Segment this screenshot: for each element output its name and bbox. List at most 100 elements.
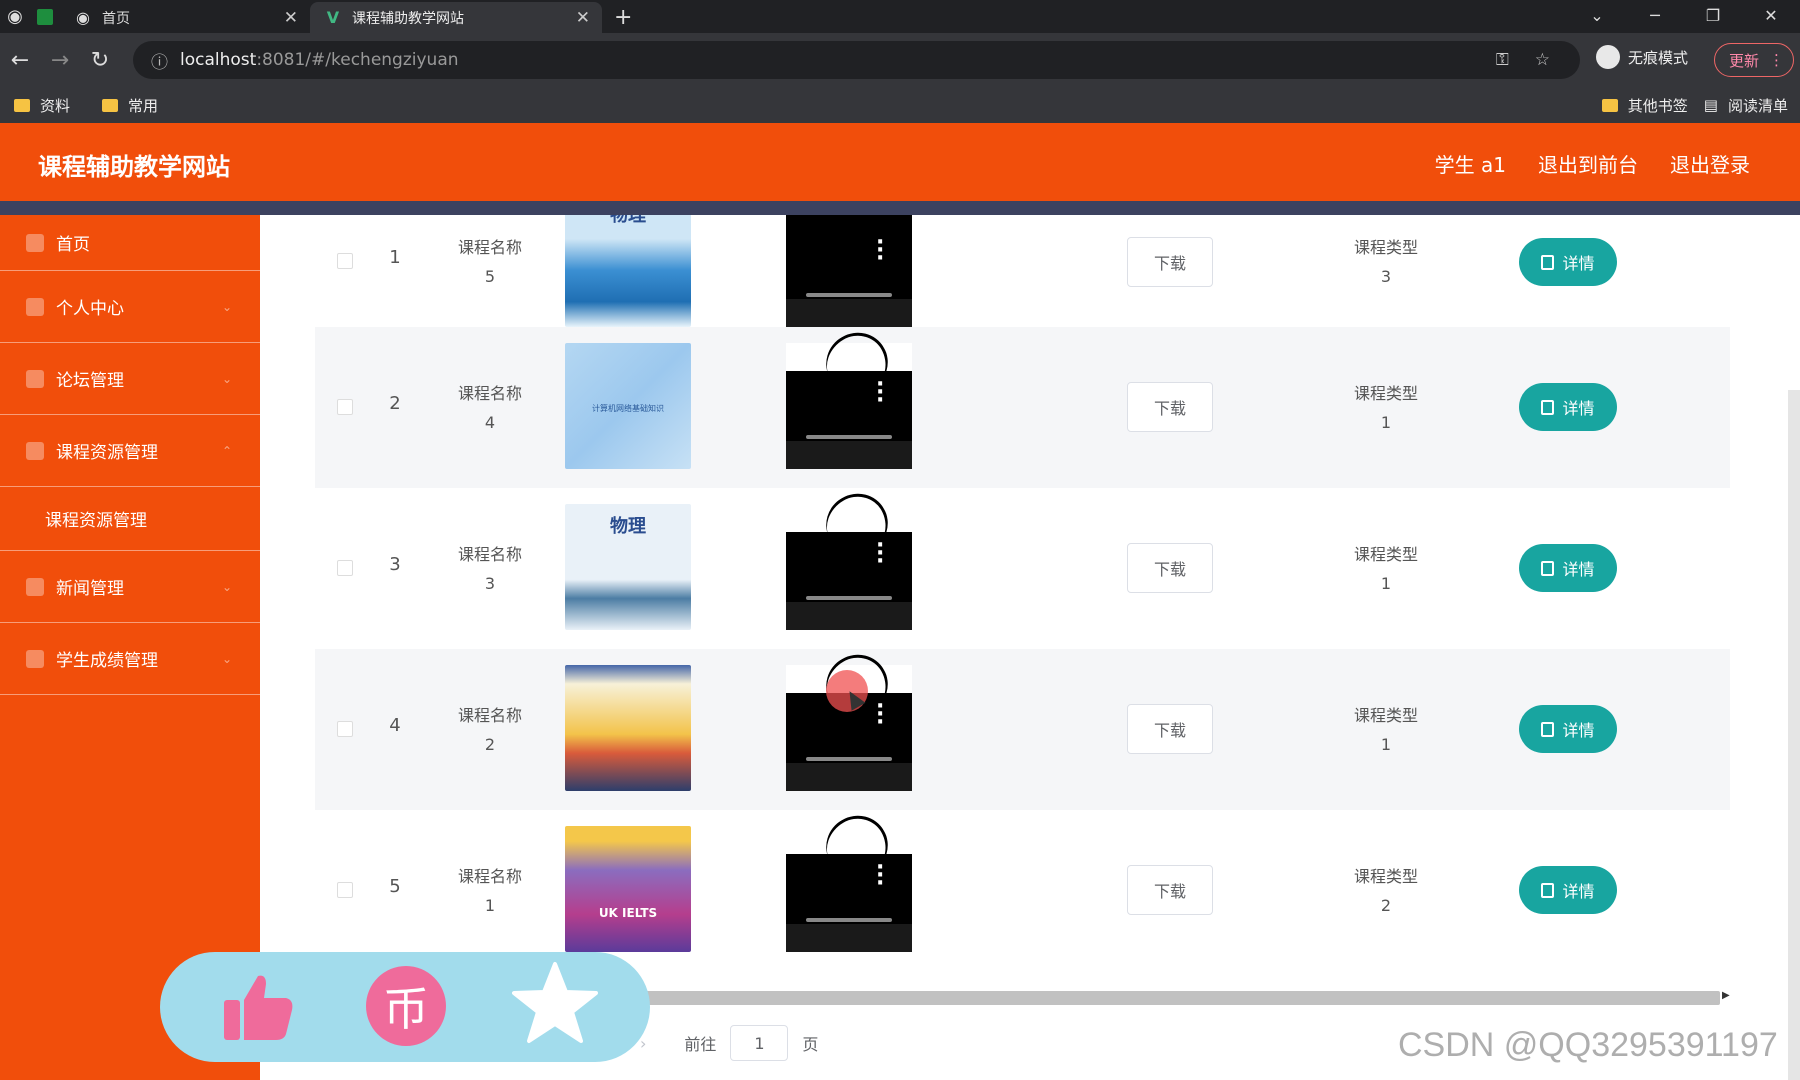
course-video-player[interactable]: · · · <box>786 321 912 469</box>
course-type-value: 2 <box>1380 896 1392 915</box>
video-controls <box>786 763 912 791</box>
back-icon[interactable]: ← <box>0 48 40 73</box>
download-button[interactable]: 下载 <box>1127 865 1213 915</box>
reading-list[interactable]: ▤ 阅读清单 <box>1704 95 1788 116</box>
logout-link[interactable]: 退出登录 <box>1670 149 1750 178</box>
detail-label: 详情 <box>1562 882 1595 901</box>
cover-title: 物理 <box>610 516 646 537</box>
page-number-input[interactable] <box>730 1025 789 1061</box>
thumbs-up-icon[interactable] <box>220 970 296 1046</box>
course-video-player[interactable]: · · · <box>786 215 912 327</box>
video-progress-bar[interactable] <box>806 757 892 761</box>
row-checkbox[interactable] <box>337 253 353 269</box>
tab-search-icon[interactable]: ⌄ <box>1568 6 1626 25</box>
folder-icon <box>102 98 119 112</box>
course-type-label: 课程类型 <box>1353 384 1418 403</box>
document-icon <box>1541 399 1555 415</box>
course-name-value: 1 <box>484 896 496 915</box>
forward-icon[interactable]: → <box>40 48 80 73</box>
sidebar-item-home[interactable]: 首页 <box>0 215 260 271</box>
row-checkbox[interactable] <box>337 882 353 898</box>
more-icon: ⋮ <box>1769 51 1785 69</box>
course-name-cell: 课程名称 1 <box>435 862 545 920</box>
video-menu-icon[interactable]: · · · <box>876 857 884 895</box>
close-tab-icon[interactable]: ✕ <box>284 8 298 28</box>
tab-course-site[interactable]: V 课程辅助教学网站 ✕ <box>310 2 602 33</box>
video-progress-bar[interactable] <box>806 293 892 297</box>
row-index: 4 <box>389 715 401 736</box>
sidebar-item-profile[interactable]: 个人中心 ⌄ <box>0 271 260 343</box>
video-progress-bar[interactable] <box>806 435 892 439</box>
sidebar-item-course-resources[interactable]: 课程资源管理 ⌃ <box>0 415 260 487</box>
scroll-right-icon[interactable]: ▶ <box>1722 990 1730 1001</box>
detail-label: 详情 <box>1562 721 1595 740</box>
browser-globe-icon[interactable]: ◉ <box>0 0 30 33</box>
minimize-icon[interactable]: ─ <box>1626 6 1684 25</box>
sidebar-item-news[interactable]: 新闻管理 ⌄ <box>0 551 260 623</box>
other-bookmarks[interactable]: 其他书签 <box>1601 95 1688 116</box>
sidebar-subitem-course-resources[interactable]: 课程资源管理 <box>0 487 260 551</box>
exit-to-front-link[interactable]: 退出到前台 <box>1538 149 1638 178</box>
tab-home-label: 首页 <box>102 10 130 27</box>
detail-button[interactable]: 详情 <box>1519 705 1617 753</box>
download-button[interactable]: 下载 <box>1127 704 1213 754</box>
news-icon <box>26 577 44 596</box>
url-host: localhost <box>180 50 257 70</box>
video-menu-icon[interactable]: · · · <box>876 374 884 412</box>
cover-title: 计算机网络基础知识 <box>592 404 664 413</box>
course-name-label: 课程名称 <box>457 384 522 403</box>
detail-button[interactable]: 详情 <box>1519 383 1617 431</box>
close-window-icon[interactable]: ✕ <box>1742 6 1800 25</box>
video-menu-icon[interactable]: · · · <box>876 535 884 573</box>
info-icon[interactable]: ⓘ <box>151 48 168 73</box>
video-menu-icon[interactable]: · · · <box>876 232 884 270</box>
course-type-label: 课程类型 <box>1353 238 1418 257</box>
bookmark-star-icon[interactable]: ☆ <box>1535 50 1550 70</box>
sidebar-item-forum[interactable]: 论坛管理 ⌄ <box>0 343 260 415</box>
course-resource-table: 1 课程名称 5 物理 · · · 下载 课程类型 3 详情 2 课程名称 4 … <box>315 215 1730 971</box>
course-name-cell: 课程名称 3 <box>435 540 545 598</box>
browser-tab-bar: ◉ ◉ 首页 ✕ V 课程辅助教学网站 ✕ + ⌄ ─ ❐ ✕ <box>0 0 1800 33</box>
row-checkbox[interactable] <box>337 399 353 415</box>
coin-icon[interactable]: 币 <box>366 966 446 1046</box>
incognito-label: 无痕模式 <box>1628 48 1689 67</box>
bookmark-folder[interactable]: 资料 <box>14 95 70 116</box>
document-icon <box>1541 721 1555 737</box>
incognito-icon <box>1596 45 1620 69</box>
course-video-player[interactable]: · · · <box>786 804 912 952</box>
row-checkbox[interactable] <box>337 560 353 576</box>
horizontal-scrollbar[interactable] <box>640 991 1720 1005</box>
restore-icon[interactable]: ❐ <box>1684 6 1742 25</box>
sidebar-item-scores[interactable]: 学生成绩管理 ⌄ <box>0 623 260 695</box>
reload-icon[interactable]: ↻ <box>80 48 120 73</box>
app-title: 课程辅助教学网站 <box>38 153 230 181</box>
course-video-player[interactable]: · · · <box>786 482 912 630</box>
detail-button[interactable]: 详情 <box>1519 238 1617 286</box>
tab-home[interactable]: ◉ 首页 ✕ <box>60 2 310 33</box>
video-menu-icon[interactable]: · · · <box>876 696 884 734</box>
new-tab-button[interactable]: + <box>614 2 632 33</box>
detail-label: 详情 <box>1562 560 1595 579</box>
sheet-tab-icon[interactable] <box>30 0 60 33</box>
bookmark-folder[interactable]: 常用 <box>102 95 158 116</box>
folder-icon <box>1601 98 1618 112</box>
video-loading-arc <box>815 321 899 405</box>
video-progress-bar[interactable] <box>806 596 892 600</box>
download-button[interactable]: 下载 <box>1127 237 1213 287</box>
download-button[interactable]: 下载 <box>1127 382 1213 432</box>
incognito-indicator[interactable]: 无痕模式 <box>1596 45 1688 69</box>
close-tab-icon[interactable]: ✕ <box>576 8 590 28</box>
url-bar[interactable]: ⓘ localhost :8081/#/kechengziyuan ⚿ ☆ <box>133 41 1580 79</box>
star-icon[interactable] <box>512 960 598 1046</box>
vertical-scrollbar[interactable] <box>1788 390 1800 1080</box>
row-checkbox[interactable] <box>337 721 353 737</box>
detail-label: 详情 <box>1562 399 1595 418</box>
detail-button[interactable]: 详情 <box>1519 866 1617 914</box>
video-progress-bar[interactable] <box>806 918 892 922</box>
update-button[interactable]: 更新 ⋮ <box>1714 43 1794 77</box>
detail-button[interactable]: 详情 <box>1519 544 1617 592</box>
download-button[interactable]: 下载 <box>1127 543 1213 593</box>
key-icon[interactable]: ⚿ <box>1496 50 1509 70</box>
bookmark-label: 资料 <box>40 96 71 115</box>
page-suffix-label: 页 <box>802 1035 819 1054</box>
